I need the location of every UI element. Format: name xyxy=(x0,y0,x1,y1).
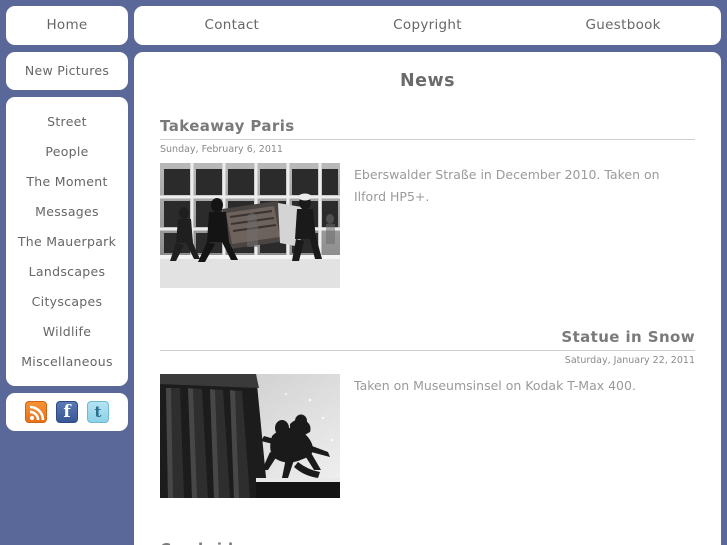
article-date: Sunday, February 6, 2011 xyxy=(160,144,283,155)
article-body: Taken on Museumsinsel on Kodak T-Max 400… xyxy=(354,378,636,393)
nav-item-copyright[interactable]: Copyright xyxy=(330,17,526,33)
article-body: Eberswalder Straße in December 2010. Tak… xyxy=(354,167,660,204)
sidebar-item-new-pictures[interactable]: New Pictures xyxy=(6,52,128,90)
article-title[interactable]: Takeaway Paris xyxy=(160,117,695,140)
sidebar-item-the-moment[interactable]: The Moment xyxy=(8,166,126,196)
article-title[interactable]: Statue in Snow xyxy=(160,328,695,351)
nav-item-guestbook[interactable]: Guestbook xyxy=(525,17,721,33)
sidebar-item-street[interactable]: Street xyxy=(8,106,126,136)
page-root: Home New Pictures Street People The Mome… xyxy=(0,0,727,545)
sidebar-item-miscellaneous[interactable]: Miscellaneous xyxy=(8,346,126,376)
page-title: News xyxy=(399,71,456,91)
article-statue-in-snow: Statue in Snow Saturday, January 22, 201… xyxy=(160,328,695,498)
sidebar-item-people[interactable]: People xyxy=(8,136,126,166)
facebook-icon[interactable]: f xyxy=(56,401,78,423)
sidebar: Home New Pictures Street People The Mome… xyxy=(6,6,128,438)
article-cambridge: Cambridge xyxy=(160,540,695,545)
sidebar-item-home[interactable]: Home xyxy=(6,6,128,45)
sidebar-categories: Street People The Moment Messages The Ma… xyxy=(6,97,128,386)
article-photo[interactable] xyxy=(160,374,340,498)
twitter-icon[interactable]: t xyxy=(87,401,109,423)
sidebar-item-wildlife[interactable]: Wildlife xyxy=(8,316,126,346)
rss-icon[interactable] xyxy=(25,401,47,423)
article-spacer xyxy=(160,294,695,328)
sidebar-item-the-mauerpark[interactable]: The Mauerpark xyxy=(8,226,126,256)
article-title[interactable]: Cambridge xyxy=(160,540,695,545)
article-photo[interactable] xyxy=(160,163,340,288)
sidebar-new-pictures-label[interactable]: New Pictures xyxy=(10,63,124,78)
sidebar-item-landscapes[interactable]: Landscapes xyxy=(8,256,126,286)
main-content-panel: News Takeaway Paris Sunday, February 6, … xyxy=(134,52,721,545)
sidebar-item-cityscapes[interactable]: Cityscapes xyxy=(8,286,126,316)
top-navigation: Contact Copyright Guestbook xyxy=(134,6,721,45)
article-row: Taken on Museumsinsel on Kodak T-Max 400… xyxy=(160,374,695,498)
social-links: f t xyxy=(6,393,128,431)
sidebar-item-messages[interactable]: Messages xyxy=(8,196,126,226)
article-row: Eberswalder Straße in December 2010. Tak… xyxy=(160,163,695,288)
nav-item-contact[interactable]: Contact xyxy=(134,17,330,33)
article-spacer xyxy=(160,504,695,540)
article-date: Saturday, January 22, 2011 xyxy=(564,355,695,366)
sidebar-home-label[interactable]: Home xyxy=(10,17,124,33)
article-takeaway-paris: Takeaway Paris Sunday, February 6, 2011 … xyxy=(160,117,695,288)
